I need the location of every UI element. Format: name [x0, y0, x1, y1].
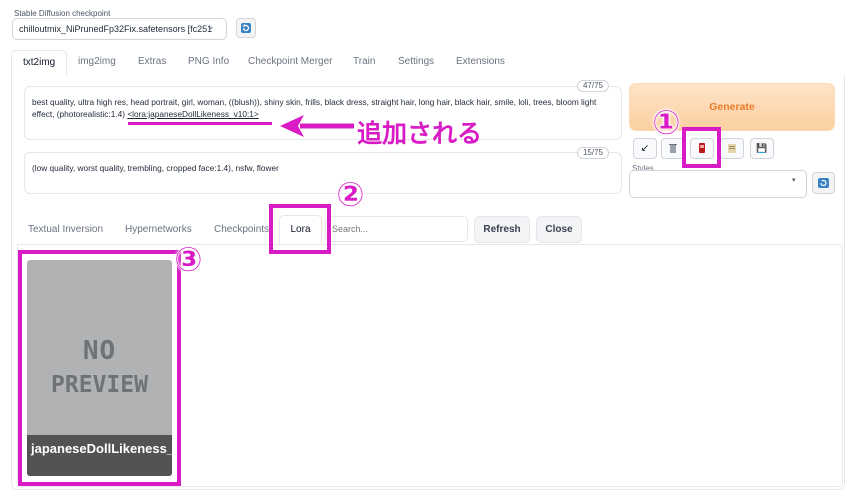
- annotation-box-3: [18, 250, 181, 486]
- styles-select[interactable]: [629, 170, 807, 198]
- refresh-styles-button[interactable]: [812, 172, 835, 194]
- tab-extensions[interactable]: Extensions: [456, 52, 505, 74]
- tab-hypernetworks[interactable]: Hypernetworks: [125, 224, 192, 235]
- clipboard-icon: [728, 144, 736, 153]
- tab-img2img[interactable]: img2img: [78, 52, 116, 74]
- annotation-underline: [128, 122, 272, 125]
- prompt-token-counter: 47/75: [577, 80, 609, 92]
- negative-token-counter: 15/75: [577, 147, 609, 159]
- checkpoint-label: Stable Diffusion checkpoint: [14, 9, 111, 18]
- annotation-box-1: [682, 127, 721, 168]
- tab-checkpoint-merger[interactable]: Checkpoint Merger: [248, 52, 332, 74]
- tab-checkpoints[interactable]: Checkpoints: [214, 224, 269, 235]
- tab-textual-inversion[interactable]: Textual Inversion: [28, 224, 103, 235]
- apply-style-button[interactable]: [720, 138, 744, 159]
- save-style-button[interactable]: 💾: [750, 138, 774, 159]
- chevron-down-icon: ⌄: [207, 21, 215, 31]
- tab-png-info[interactable]: PNG Info: [188, 52, 229, 74]
- lora-tag-text: <lora:japaneseDollLikeness_v10:1>: [127, 109, 259, 119]
- close-button[interactable]: Close: [536, 216, 582, 243]
- annotation-number-1: ①: [652, 104, 681, 142]
- annotation-added-label: 追加される: [357, 119, 483, 148]
- refresh-icon: [818, 178, 829, 188]
- tab-settings[interactable]: Settings: [398, 52, 434, 74]
- refresh-checkpoint-button[interactable]: [236, 18, 256, 38]
- refresh-button[interactable]: Refresh: [474, 216, 530, 243]
- negative-prompt-textarea[interactable]: (low quality, worst quality, trembling, …: [24, 152, 622, 194]
- annotation-number-3: ③: [174, 241, 203, 279]
- tab-extras[interactable]: Extras: [138, 52, 166, 74]
- save-icon: 💾: [756, 143, 768, 153]
- trash-icon: [669, 144, 677, 153]
- refresh-icon: [241, 23, 251, 33]
- annotation-box-2: [269, 204, 331, 254]
- caret-down-icon: ▾: [792, 177, 796, 184]
- search-input[interactable]: [325, 216, 468, 242]
- annotation-arrow-icon: [280, 115, 354, 137]
- annotation-number-2: ②: [336, 176, 365, 214]
- checkpoint-select[interactable]: chilloutmix_NiPrunedFp32Fix.safetensors …: [12, 18, 227, 40]
- tab-train[interactable]: Train: [353, 52, 375, 74]
- arrow-down-left-icon: ↙: [640, 143, 650, 154]
- tab-txt2img[interactable]: txt2img: [11, 50, 67, 76]
